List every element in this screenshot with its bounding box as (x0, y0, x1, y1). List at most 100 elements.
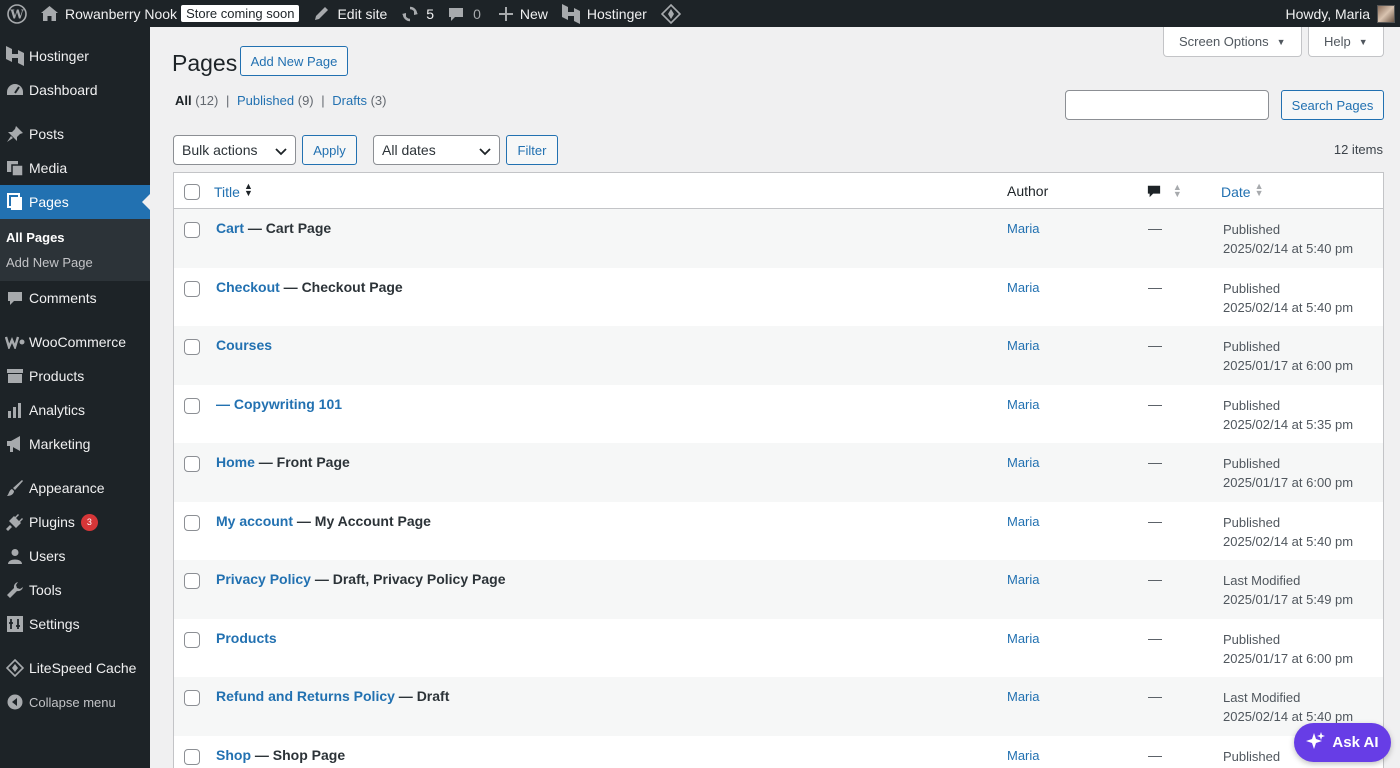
sidebar-item-comments[interactable]: Comments (0, 281, 150, 315)
page-state-label: — Shop Page (251, 746, 346, 763)
sidebar-item-analytics[interactable]: Analytics (0, 393, 150, 427)
page-title-link[interactable]: Cart (216, 220, 244, 236)
ask-ai-label: Ask AI (1332, 734, 1379, 751)
sidebar-item-hostinger[interactable]: Hostinger (0, 39, 150, 73)
sidebar-item-products[interactable]: Products (0, 359, 150, 393)
page-state-label: — My Account Page (293, 512, 431, 529)
page-title-link[interactable]: Home (216, 454, 255, 470)
select-all-checkbox[interactable] (184, 184, 200, 200)
sidebar-item-media[interactable]: Media (0, 151, 150, 185)
bulk-actions-select[interactable]: Bulk actions (173, 135, 296, 165)
comments-link[interactable]: 0 (441, 0, 488, 27)
page-title-link[interactable]: — Copywriting 101 (216, 396, 342, 412)
table-row: Cart — Cart Page Maria — Published 2025/02/1… (174, 209, 1383, 268)
row-checkbox[interactable] (184, 690, 200, 706)
date-cell: Published 2025/02/14 at 5:40 pm (1223, 513, 1353, 551)
search-pages-button[interactable]: Search Pages (1281, 90, 1384, 120)
sidebar-item-posts[interactable]: Posts (0, 117, 150, 151)
store-status-badge[interactable]: Store coming soon (181, 5, 300, 22)
sidebar-item-litespeed-cache[interactable]: LiteSpeed Cache (0, 651, 150, 685)
dates-filter-select[interactable]: All dates (373, 135, 500, 165)
new-content-link[interactable]: New (492, 0, 555, 27)
sidebar-item-tools[interactable]: Tools (0, 573, 150, 607)
comments-count: — (1148, 220, 1162, 236)
author-link[interactable]: Maria (1007, 748, 1040, 763)
column-comments-header[interactable]: ▲ ▼ (1147, 183, 1182, 201)
page-state-label: — Cart Page (244, 220, 332, 236)
screen-options-button[interactable]: Screen Options ▼ (1163, 27, 1302, 57)
filter-button[interactable]: Filter (506, 135, 558, 165)
row-checkbox[interactable] (184, 514, 200, 531)
sidebar-item-pages[interactable]: Pages (0, 185, 150, 219)
author-link[interactable]: Maria (1007, 280, 1040, 295)
author-link[interactable]: Maria (1007, 397, 1040, 412)
my-account-link[interactable]: Howdy, Maria (1278, 0, 1400, 27)
sidebar-item-plugins[interactable]: Plugins 3 (0, 505, 150, 539)
author-link[interactable]: Maria (1007, 631, 1040, 646)
sidebar-item-appearance[interactable]: Appearance (0, 471, 150, 505)
diamond-icon (2, 659, 28, 677)
sidebar-item-label: Media (29, 160, 68, 176)
author-link[interactable]: Maria (1007, 514, 1040, 529)
edit-site-link[interactable]: Edit site (306, 0, 394, 27)
site-name-link[interactable]: Rowanberry Nook Store coming soon (34, 0, 306, 27)
filter-all[interactable]: All (175, 93, 192, 108)
pencil-icon (313, 5, 330, 22)
page-title-link[interactable]: Refund and Returns Policy (216, 688, 395, 704)
row-checkbox[interactable] (184, 339, 200, 355)
author-link[interactable]: Maria (1007, 572, 1040, 587)
litespeed-diamond-icon[interactable] (654, 0, 688, 27)
sidebar-item-woocommerce[interactable]: WooCommerce (0, 325, 150, 359)
home-icon (41, 6, 58, 21)
updates-link[interactable]: 5 (394, 0, 441, 27)
author-link[interactable]: Maria (1007, 221, 1040, 236)
row-title-cell: Checkout — Checkout Page (216, 279, 403, 295)
hostinger-link[interactable]: Hostinger (555, 0, 654, 27)
submenu-add-new-page[interactable]: Add New Page (0, 250, 150, 275)
table-row: Refund and Returns Policy — Draft Maria — L… (174, 677, 1383, 736)
apply-button[interactable]: Apply (302, 135, 357, 165)
collapse-menu-button[interactable]: Collapse menu (0, 685, 150, 719)
column-date-header[interactable]: Date ▲ ▼ (1221, 182, 1264, 201)
row-checkbox[interactable] (184, 573, 200, 589)
sidebar-item-users[interactable]: Users (0, 539, 150, 573)
filter-drafts[interactable]: Drafts (332, 93, 367, 108)
page-state-label: — Front Page (254, 454, 350, 470)
help-button[interactable]: Help ▼ (1308, 27, 1384, 57)
row-checkbox[interactable] (184, 748, 200, 765)
sidebar-item-dashboard[interactable]: Dashboard (0, 73, 150, 107)
author-link[interactable]: Maria (1007, 338, 1040, 353)
table-row: Checkout — Checkout Page Maria — Published 2… (174, 268, 1383, 327)
row-checkbox[interactable] (184, 280, 200, 297)
pages-submenu: All Pages Add New Page (0, 219, 150, 281)
row-checkbox[interactable] (184, 456, 200, 472)
page-title-link[interactable]: My account (216, 513, 293, 529)
page-title-link[interactable]: Privacy Policy (216, 571, 311, 587)
status-filter-links: All (12) | Published (9) | Drafts (3) (175, 93, 386, 108)
wordpress-logo-icon[interactable]: W (0, 0, 34, 27)
comments-count: — (1148, 629, 1162, 646)
row-checkbox[interactable] (184, 222, 200, 238)
add-new-page-button[interactable]: Add New Page (240, 46, 348, 76)
site-name: Rowanberry Nook (65, 5, 178, 22)
sidebar-item-label: Pages (29, 194, 69, 210)
sidebar-item-marketing[interactable]: Marketing (0, 427, 150, 461)
author-link[interactable]: Maria (1007, 455, 1040, 470)
page-title-link[interactable]: Products (216, 630, 277, 646)
page-title-link[interactable]: Checkout (216, 279, 280, 295)
author-link[interactable]: Maria (1007, 689, 1040, 704)
sidebar-item-label: Comments (29, 290, 97, 306)
row-checkbox[interactable] (184, 631, 200, 648)
ask-ai-button[interactable]: Ask AI (1294, 723, 1391, 762)
row-title-cell: Home — Front Page (216, 454, 350, 470)
page-title-link[interactable]: Shop (216, 747, 251, 763)
row-checkbox[interactable] (184, 397, 200, 414)
submenu-all-pages[interactable]: All Pages (0, 225, 150, 250)
sidebar-item-settings[interactable]: Settings (0, 607, 150, 641)
filter-published[interactable]: Published (237, 93, 294, 108)
column-title-header[interactable]: Title ▲ ▼ (214, 182, 253, 201)
search-input[interactable] (1065, 90, 1269, 120)
publish-date: 2025/02/14 at 5:40 pm (1223, 241, 1354, 256)
page-title-link[interactable]: Courses (216, 337, 272, 353)
row-title-cell: Refund and Returns Policy — Draft (216, 688, 449, 704)
